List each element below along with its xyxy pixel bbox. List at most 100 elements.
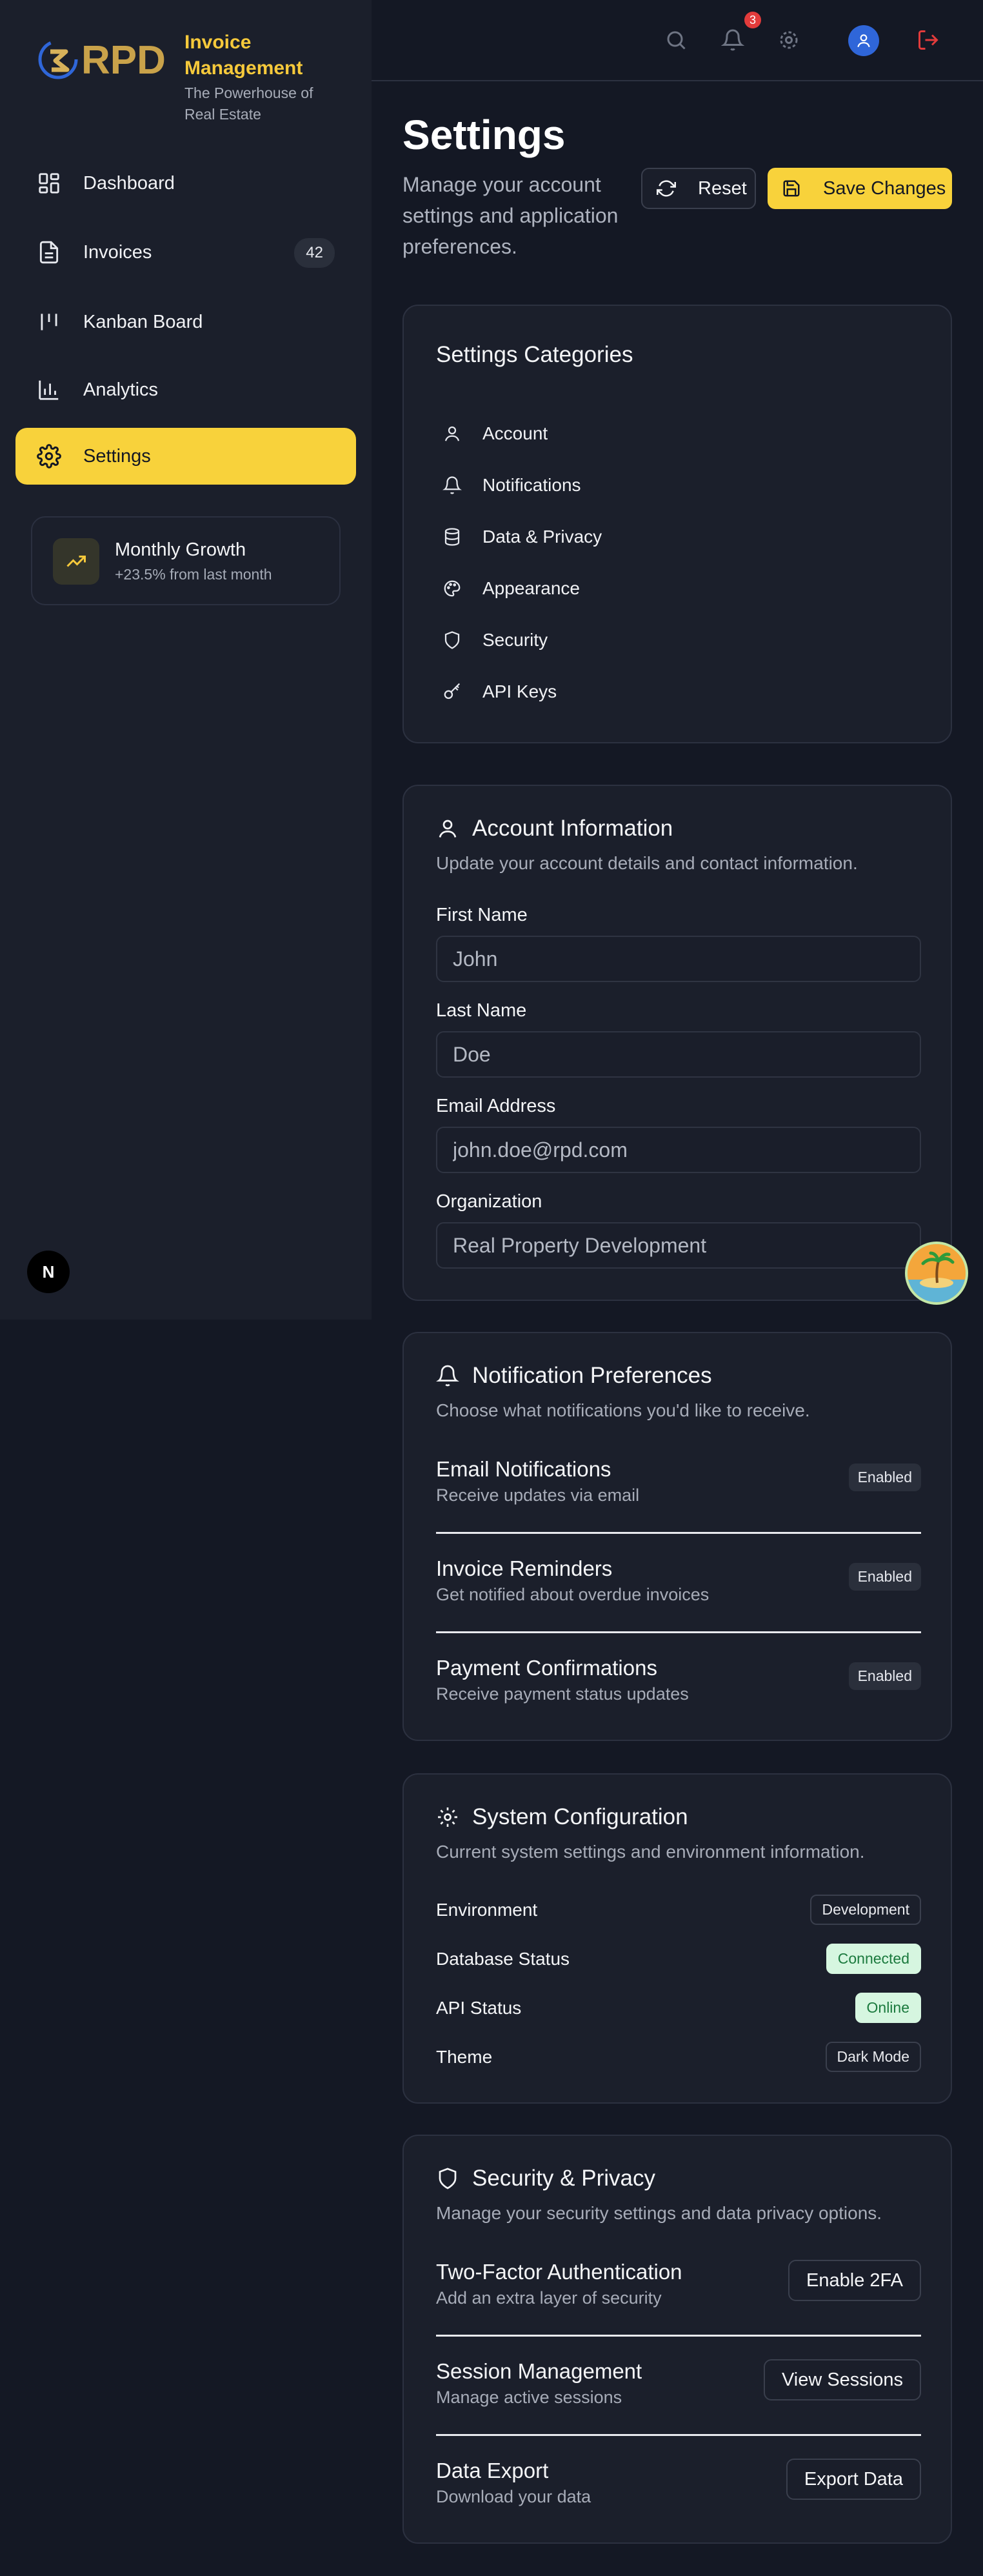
notification-row-invoice-reminders: Invoice Reminders Get notified about ove…: [436, 1556, 921, 1605]
divider: [436, 2434, 921, 2436]
status-badge[interactable]: Enabled: [848, 1662, 921, 1690]
user-avatar[interactable]: [848, 25, 879, 56]
sidebar-item-label: Kanban Board: [83, 311, 203, 332]
notification-count-badge: 3: [744, 12, 761, 28]
sidebar-item-settings[interactable]: Settings: [15, 428, 356, 485]
sidebar-item-dashboard[interactable]: Dashboard: [15, 155, 356, 212]
notification-preferences-card: Notification Preferences Choose what not…: [402, 1332, 952, 1741]
beach-island-icon: [908, 1244, 966, 1302]
system-row-api: API Status Online: [436, 1993, 921, 2023]
sidebar-item-kanban[interactable]: Kanban Board: [15, 294, 356, 350]
email-address-label: Email Address: [436, 1096, 556, 1116]
sidebar-item-invoices[interactable]: Invoices 42: [15, 224, 356, 281]
card-subtitle: Manage your security settings and data p…: [436, 2203, 882, 2223]
bell-icon: [436, 1365, 459, 1387]
bell-icon: [442, 476, 462, 494]
logout-icon[interactable]: [917, 28, 940, 52]
nextjs-badge[interactable]: N: [27, 1251, 70, 1293]
growth-icon-box: [53, 538, 99, 585]
last-name-field[interactable]: [436, 1031, 921, 1078]
pref-description: Receive payment status updates: [436, 1684, 689, 1704]
gear-icon: [438, 1807, 457, 1827]
brand[interactable]: RPD Invoice Management The Powerhouse of…: [36, 30, 326, 125]
settings-categories-card: Settings Categories Account Notification…: [402, 305, 952, 743]
save-icon: [783, 180, 800, 197]
status-badge[interactable]: Enabled: [848, 1563, 921, 1591]
category-security[interactable]: Security: [442, 627, 548, 653]
security-privacy-card: Security & Privacy Manage your security …: [402, 2135, 952, 2544]
category-notifications[interactable]: Notifications: [442, 472, 581, 498]
security-row-2fa: Two-Factor Authentication Add an extra l…: [436, 2260, 921, 2308]
page-description: Manage your account settings and applica…: [402, 173, 619, 258]
reset-button[interactable]: Reset: [641, 168, 756, 209]
user-icon: [439, 820, 457, 838]
file-text-icon: [39, 241, 59, 264]
kanban-icon: [41, 314, 57, 330]
key-icon: [444, 683, 461, 699]
category-label: Appearance: [482, 578, 581, 598]
user-icon: [857, 34, 870, 48]
card-title-text: Notification Preferences: [472, 1363, 712, 1388]
category-label: Data & Privacy: [482, 527, 602, 547]
card-title-text: System Configuration: [472, 1804, 688, 1829]
divider: [436, 2335, 921, 2337]
account-information-card: Account Information Update your account …: [402, 785, 952, 1301]
save-changes-button[interactable]: Save Changes: [768, 168, 952, 209]
sidebar-item-analytics[interactable]: Analytics: [15, 361, 356, 418]
system-label: API Status: [436, 1998, 522, 2018]
database-status-badge: Connected: [826, 1944, 921, 1974]
sidebar-item-label: Settings: [83, 445, 151, 467]
notification-row-email: Email Notifications Receive updates via …: [436, 1457, 921, 1505]
card-title: Account Information: [436, 816, 673, 841]
growth-title: Monthly Growth: [115, 539, 246, 560]
gear-icon[interactable]: [777, 28, 800, 52]
last-name-label: Last Name: [436, 1000, 527, 1021]
floating-assistant-avatar[interactable]: [905, 1242, 968, 1305]
divider: [436, 1631, 921, 1633]
status-badge[interactable]: Enabled: [848, 1464, 921, 1491]
view-sessions-button[interactable]: View Sessions: [763, 2359, 921, 2400]
gear-icon: [37, 444, 61, 468]
security-row-data-export: Data Export Download your data Export Da…: [436, 2459, 921, 2507]
monthly-growth-card: Monthly Growth +23.5% from last month: [31, 516, 341, 605]
category-label: API Keys: [482, 681, 557, 701]
system-row-theme: Theme Dark Mode: [436, 2042, 921, 2072]
dashboard-icon: [39, 173, 59, 194]
invoice-count-badge: 42: [294, 238, 335, 268]
system-configuration-card: System Configuration Current system sett…: [402, 1773, 952, 2104]
brand-logo-text: RPD: [81, 38, 166, 83]
notification-row-payment-confirmations: Payment Confirmations Receive payment st…: [436, 1656, 921, 1704]
category-api-keys[interactable]: API Keys: [442, 679, 557, 705]
save-label: Save Changes: [823, 177, 946, 199]
bell-icon[interactable]: [721, 28, 744, 52]
sidebar: RPD Invoice Management The Powerhouse of…: [0, 0, 372, 1320]
export-data-button[interactable]: Export Data: [786, 2459, 921, 2500]
card-title: Settings Categories: [436, 342, 633, 367]
system-label: Environment: [436, 1900, 538, 1920]
organization-label: Organization: [436, 1191, 542, 1212]
refresh-icon: [657, 180, 676, 197]
user-icon: [444, 426, 460, 441]
category-data-privacy[interactable]: Data & Privacy: [442, 524, 602, 550]
nextjs-icon: N: [43, 1262, 55, 1282]
organization-field[interactable]: [436, 1222, 921, 1269]
card-title: System Configuration: [436, 1804, 688, 1830]
category-appearance[interactable]: Appearance: [442, 576, 580, 601]
category-label: Notifications: [482, 475, 581, 495]
category-account[interactable]: Account: [442, 421, 548, 447]
shield-icon: [444, 631, 460, 649]
search-icon[interactable]: [664, 28, 688, 52]
first-name-field[interactable]: [436, 936, 921, 982]
bar-chart-icon: [39, 380, 59, 400]
rpd-logo: RPD: [38, 38, 166, 83]
email-field[interactable]: [436, 1127, 921, 1173]
security-row-sessions: Session Management Manage active session…: [436, 2359, 921, 2408]
system-label: Database Status: [436, 1949, 570, 1969]
system-row-environment: Environment Development: [436, 1895, 921, 1925]
pref-description: Receive updates via email: [436, 1485, 640, 1505]
brand-text: Invoice Management The Powerhouse of Rea…: [184, 30, 326, 125]
sidebar-item-label: Analytics: [83, 379, 159, 400]
enable-2fa-button[interactable]: Enable 2FA: [788, 2260, 921, 2301]
card-title-text: Account Information: [472, 816, 673, 841]
sidebar-item-label: Dashboard: [83, 172, 175, 194]
